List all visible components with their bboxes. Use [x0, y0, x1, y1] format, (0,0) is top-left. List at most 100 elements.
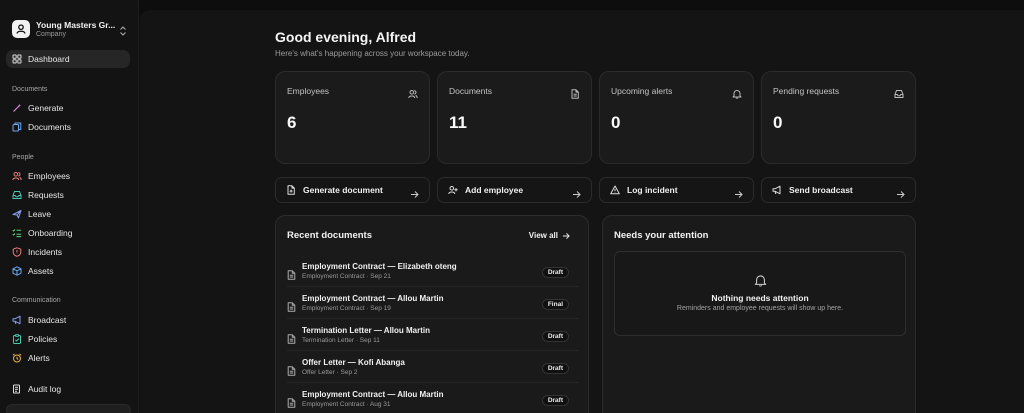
sidebar-item-policies[interactable]: Policies — [6, 330, 130, 348]
document-meta: Employment Contract · Sep 19 — [302, 305, 391, 312]
company-logo — [12, 20, 30, 38]
page-title: Good evening, Alfred — [275, 29, 417, 45]
sidebar-item-broadcast[interactable]: Broadcast — [6, 311, 130, 329]
sidebar-item-label: Policies — [28, 334, 58, 344]
wand-icon — [12, 103, 22, 113]
users-icon — [12, 171, 22, 181]
arrow-right-icon — [572, 186, 581, 198]
stat-label: Employees — [287, 86, 330, 96]
sidebar-item-employees[interactable]: Employees — [6, 167, 130, 185]
file-icon — [287, 331, 296, 344]
document-meta: Employment Contract · Sep 21 — [302, 273, 391, 280]
document-row[interactable]: Employment Contract — Elizabeth oteng Em… — [287, 256, 579, 287]
status-badge: Final — [541, 299, 569, 310]
sidebar-item-requests[interactable]: Requests — [6, 186, 130, 204]
shield-alert-icon — [12, 247, 22, 257]
status-badge: Draft — [541, 363, 569, 374]
workspace-switcher[interactable]: Young Masters Gr... Company — [7, 14, 131, 44]
sidebar: Young Masters Gr... Company Dashboard Do… — [0, 0, 139, 413]
user-menu[interactable] — [6, 404, 131, 413]
arrow-right-icon — [734, 186, 743, 198]
send-broadcast-button[interactable]: Send broadcast — [761, 177, 916, 203]
file-icon — [287, 267, 296, 280]
status-badge: Draft — [541, 395, 569, 406]
view-all-label: View all — [528, 231, 558, 240]
sidebar-item-generate[interactable]: Generate — [6, 99, 130, 117]
sidebar-item-audit-log[interactable]: Audit log — [6, 380, 130, 398]
sidebar-item-onboarding[interactable]: Onboarding — [6, 224, 130, 242]
sidebar-item-label: Documents — [28, 122, 71, 132]
inbox-icon — [12, 190, 22, 200]
add-employee-button[interactable]: Add employee — [437, 177, 592, 203]
chevron-updown-icon — [119, 23, 127, 41]
section-heading-documents: Documents — [12, 86, 48, 93]
document-row[interactable]: Employment Contract — Allou Martin Emplo… — [287, 384, 579, 413]
document-row[interactable]: Employment Contract — Allou Martin Emplo… — [287, 288, 579, 319]
bell-icon — [754, 274, 767, 287]
empty-state: Nothing needs attention Reminders and em… — [614, 251, 906, 336]
stat-card-employees[interactable]: Employees 6 — [275, 71, 430, 164]
files-icon — [12, 122, 22, 132]
status-badge: Draft — [541, 331, 569, 342]
sidebar-item-label: Generate — [28, 103, 64, 113]
stat-value: 0 — [611, 113, 621, 132]
company-type: Company — [36, 31, 66, 38]
megaphone-icon — [772, 185, 782, 195]
document-title: Employment Contract — Elizabeth oteng — [302, 262, 457, 271]
document-meta: Termination Letter · Sep 11 — [302, 337, 380, 344]
arrow-right-icon — [896, 186, 905, 198]
receipt-icon — [12, 384, 22, 394]
log-incident-button[interactable]: Log incident — [599, 177, 754, 203]
inbox-icon — [894, 86, 904, 98]
sidebar-item-label: Assets — [28, 266, 54, 276]
sidebar-item-label: Audit log — [28, 384, 62, 394]
action-label: Log incident — [627, 185, 678, 195]
document-title: Offer Letter — Kofi Abanga — [302, 358, 405, 367]
arrow-right-icon — [410, 186, 419, 198]
attention-panel: Needs your attention Nothing needs atten… — [602, 215, 916, 413]
document-title: Employment Contract — Allou Martin — [302, 390, 444, 399]
alarm-icon — [12, 353, 22, 363]
document-meta: Offer Letter · Sep 2 — [302, 369, 358, 376]
user-plus-icon — [448, 185, 458, 195]
stat-card-documents[interactable]: Documents 11 — [437, 71, 592, 164]
users-icon — [408, 86, 418, 99]
sidebar-item-label: Alerts — [28, 353, 50, 363]
sidebar-item-label: Onboarding — [28, 228, 73, 238]
arrow-right-icon — [562, 232, 570, 239]
sidebar-item-leave[interactable]: Leave — [6, 205, 130, 223]
stat-card-upcoming-alerts[interactable]: Upcoming alerts 0 — [599, 71, 754, 164]
stat-label: Upcoming alerts — [611, 86, 673, 96]
document-row[interactable]: Offer Letter — Kofi Abanga Offer Letter … — [287, 352, 579, 383]
sidebar-item-dashboard[interactable]: Dashboard — [6, 50, 130, 68]
grid-icon — [12, 54, 22, 64]
stat-value: 6 — [287, 113, 297, 132]
view-all-link[interactable]: View all — [529, 231, 570, 240]
sidebar-item-alerts[interactable]: Alerts — [6, 349, 130, 367]
sidebar-item-label: Requests — [28, 190, 64, 200]
sidebar-item-label: Employees — [28, 171, 71, 181]
action-label: Send broadcast — [789, 185, 853, 195]
clipboard-check-icon — [12, 334, 22, 344]
file-icon — [287, 363, 296, 376]
page-subtitle: Here's what's happening across your work… — [275, 49, 470, 58]
sidebar-item-documents[interactable]: Documents — [6, 118, 130, 136]
company-name: Young Masters Gr... — [36, 20, 116, 30]
generate-document-button[interactable]: Generate document — [275, 177, 430, 203]
stat-card-pending-requests[interactable]: Pending requests 0 — [761, 71, 916, 164]
sidebar-item-label: Dashboard — [28, 54, 70, 64]
sidebar-item-incidents[interactable]: Incidents — [6, 243, 130, 261]
section-heading-people: People — [12, 154, 34, 161]
action-label: Add employee — [465, 185, 524, 195]
document-row[interactable]: Termination Letter — Allou Martin Termin… — [287, 320, 579, 351]
box-icon — [12, 266, 22, 276]
sidebar-item-label: Broadcast — [28, 315, 67, 325]
recent-documents-panel: Recent documents View all Employment Con… — [275, 215, 589, 413]
empty-state-description: Reminders and employee requests will sho… — [676, 305, 844, 312]
document-title: Employment Contract — Allou Martin — [302, 294, 444, 303]
document-meta: Employment Contract · Aug 31 — [302, 401, 391, 408]
sidebar-item-assets[interactable]: Assets — [6, 262, 130, 280]
action-label: Generate document — [303, 185, 383, 195]
file-icon — [570, 86, 580, 99]
panel-title: Recent documents — [287, 230, 372, 241]
